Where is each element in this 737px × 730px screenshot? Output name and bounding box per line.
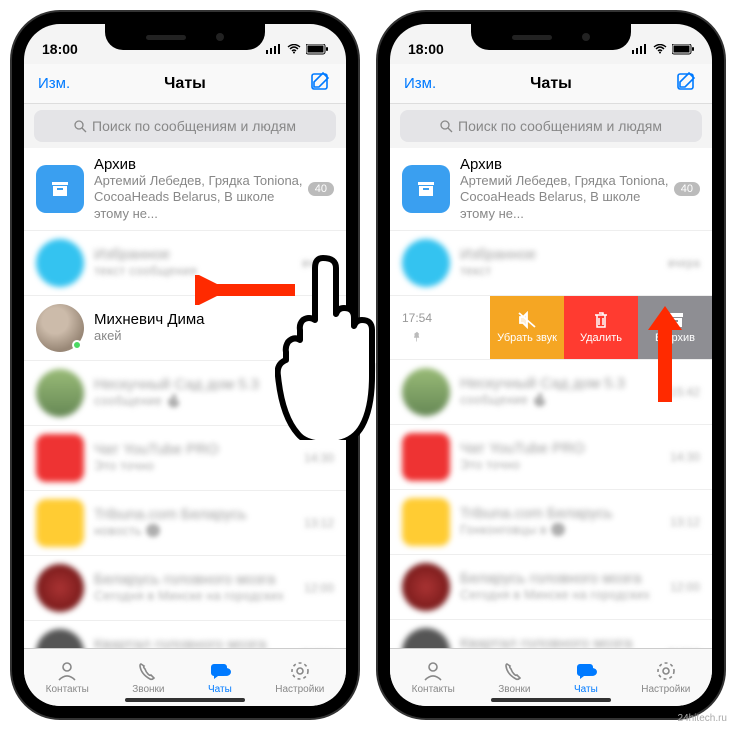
status-time: 18:00 (408, 41, 444, 57)
tab-contacts[interactable]: Контакты (412, 660, 455, 695)
tab-settings[interactable]: Настройки (641, 660, 690, 695)
list-item[interactable]: Квартал головного мозгаЧатиквчера (390, 620, 712, 648)
archive-row[interactable]: Архив Артемий Лебедев, Грядка Toniona, C… (390, 148, 712, 231)
annotation-arrow-up (640, 302, 690, 412)
archive-icon (402, 165, 450, 213)
compose-button[interactable] (310, 70, 332, 97)
avatar (36, 239, 84, 287)
compose-icon (310, 70, 332, 92)
signal-icon (266, 44, 282, 54)
archive-badge: 40 (674, 182, 700, 196)
compose-icon (676, 70, 698, 92)
edit-button[interactable]: Изм. (38, 75, 70, 92)
archive-preview: Артемий Лебедев, Грядка Toniona, CocoaHe… (94, 173, 308, 222)
edit-button[interactable]: Изм. (404, 75, 436, 92)
list-item[interactable]: Чат YouTube PROЭто точно14:30 (390, 425, 712, 490)
navbar: Изм. Чаты (390, 64, 712, 104)
trash-icon (592, 311, 610, 329)
navbar: Изм. Чаты (24, 64, 346, 104)
notch (471, 24, 631, 50)
chat-preview: акей (94, 328, 304, 344)
page-title: Чаты (530, 75, 572, 93)
status-icons (266, 44, 328, 55)
annotation-hand-icon (275, 250, 385, 440)
list-item[interactable]: Tribuna.com БеларусьГонконговцы в 😊13:12 (390, 490, 712, 555)
tab-settings[interactable]: Настройки (275, 660, 324, 695)
home-indicator[interactable] (491, 698, 611, 702)
compose-button[interactable] (676, 70, 698, 97)
source-watermark: 24hitech.ru (678, 713, 727, 724)
archive-title: Архив (94, 156, 308, 173)
search-input[interactable]: Поиск по сообщениям и людям (400, 110, 702, 142)
chat-name: Михневич Дима (94, 311, 304, 328)
online-indicator (72, 340, 82, 350)
mute-icon (517, 311, 537, 329)
swipe-time: 17:54 (402, 311, 432, 325)
battery-icon (306, 44, 328, 55)
pin-icon (411, 331, 423, 343)
tab-chats[interactable]: Чаты (208, 660, 232, 695)
search-icon (440, 120, 453, 133)
wifi-icon (287, 44, 301, 54)
avatar (402, 239, 450, 287)
status-time: 18:00 (42, 41, 78, 57)
home-indicator[interactable] (125, 698, 245, 702)
list-item[interactable]: Tribuna.com Беларусьновость 😊13:12 (24, 491, 346, 556)
search-icon (74, 120, 87, 133)
archive-title: Архив (460, 156, 674, 173)
chats-icon (208, 660, 232, 682)
tab-calls[interactable]: Звонки (498, 660, 530, 695)
tab-calls[interactable]: Звонки (132, 660, 164, 695)
list-item[interactable]: Избранноетекст вчера (390, 231, 712, 296)
list-item[interactable]: Беларусь головного мозгаСегодня в Минске… (24, 556, 346, 621)
status-icons (632, 44, 694, 55)
list-item[interactable]: Квартал головного мозгаЧатиквчера (24, 621, 346, 648)
swipe-delete-button[interactable]: Удалить (564, 296, 638, 359)
tab-chats[interactable]: Чаты (574, 660, 598, 695)
page-title: Чаты (164, 75, 206, 93)
archive-icon (36, 165, 84, 213)
person-icon (55, 660, 79, 682)
gear-icon (288, 660, 312, 682)
list-item[interactable]: Беларусь головного мозгаСегодня в Минске… (390, 555, 712, 620)
notch (105, 24, 265, 50)
archive-badge: 40 (308, 182, 334, 196)
swipe-mute-button[interactable]: Убрать звук (490, 296, 564, 359)
tab-contacts[interactable]: Контакты (46, 660, 89, 695)
search-input[interactable]: Поиск по сообщениям и людям (34, 110, 336, 142)
archive-preview: Артемий Лебедев, Грядка Toniona, CocoaHe… (460, 173, 674, 222)
archive-row[interactable]: Архив Артемий Лебедев, Грядка Toniona, C… (24, 148, 346, 231)
phone-icon (136, 660, 160, 682)
